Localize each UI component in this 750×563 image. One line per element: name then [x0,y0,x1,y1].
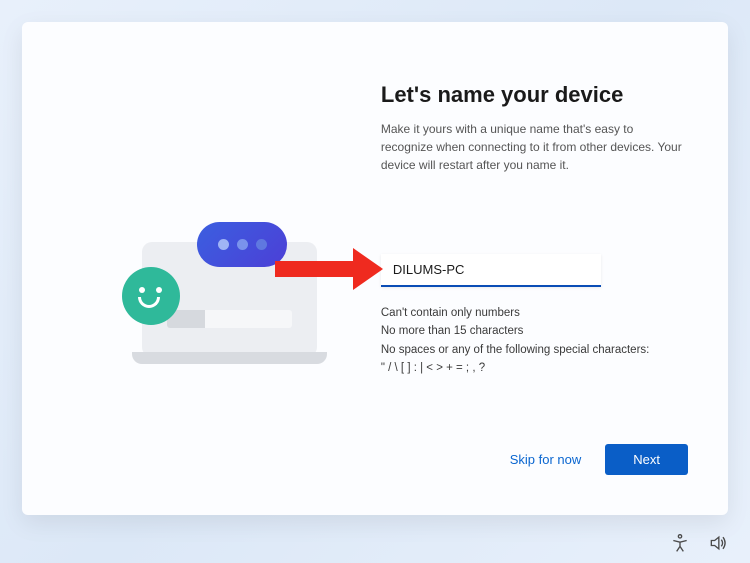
system-tray [670,533,728,553]
device-illustration [122,222,322,382]
smiley-face-icon [122,267,180,325]
accessibility-icon[interactable] [670,533,690,553]
page-title: Let's name your device [381,82,688,108]
page-subtitle: Make it yours with a unique name that's … [381,120,688,174]
annotation-arrow-icon [275,248,390,288]
rule-line: " / \ [ ] : | < > + = ; , ? [381,360,688,377]
rule-line: Can't contain only numbers [381,305,688,322]
password-bubble-icon [197,222,287,267]
device-name-input[interactable] [381,254,601,287]
next-button[interactable]: Next [605,444,688,475]
laptop-base [132,352,327,364]
rule-line: No more than 15 characters [381,323,688,340]
volume-icon[interactable] [708,533,728,553]
footer-actions: Skip for now Next [381,444,688,495]
rule-line: No spaces or any of the following specia… [381,342,688,359]
skip-for-now-link[interactable]: Skip for now [510,452,582,467]
content-pane: Let's name your device Make it yours wit… [361,22,728,515]
naming-rules: Can't contain only numbers No more than … [381,305,688,378]
